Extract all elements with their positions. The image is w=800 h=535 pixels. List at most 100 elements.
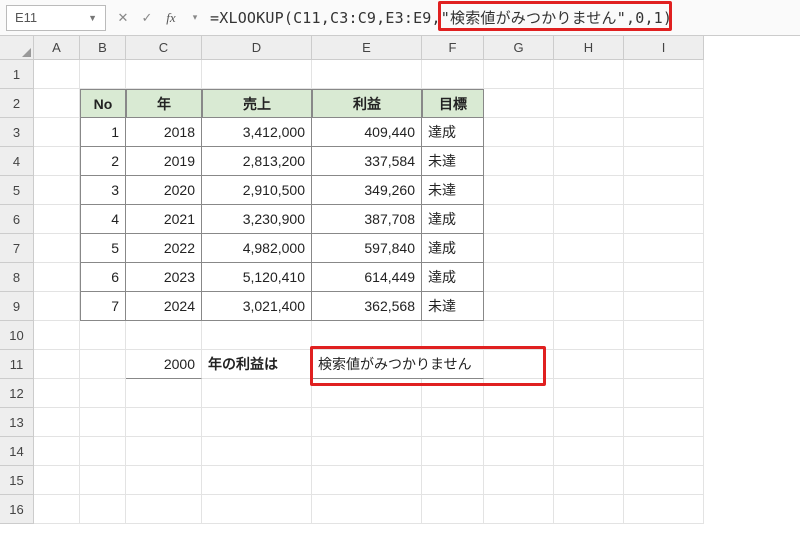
cell[interactable] [624,466,704,495]
cell[interactable] [554,234,624,263]
cell[interactable] [80,437,126,466]
cell[interactable] [624,118,704,147]
row-16[interactable]: 16 [0,495,34,524]
cell[interactable]: 未達 [422,176,484,205]
cell[interactable] [202,495,312,524]
col-H[interactable]: H [554,36,624,60]
cell[interactable] [422,466,484,495]
cell[interactable] [484,379,554,408]
chevron-down-icon[interactable]: ▾ [184,7,206,29]
cell[interactable] [422,495,484,524]
cell[interactable] [624,379,704,408]
cell[interactable] [624,176,704,205]
cell[interactable] [554,60,624,89]
row-5[interactable]: 5 [0,176,34,205]
cell[interactable] [34,495,80,524]
col-E[interactable]: E [312,36,422,60]
cell[interactable] [34,234,80,263]
cell[interactable]: 5,120,410 [202,263,312,292]
cell[interactable] [624,292,704,321]
cell[interactable]: 409,440 [312,118,422,147]
cell[interactable] [202,408,312,437]
name-box[interactable]: E11 ▼ [6,5,106,31]
cell[interactable]: 3,230,900 [202,205,312,234]
cell[interactable] [80,60,126,89]
cell[interactable] [554,176,624,205]
cell[interactable] [554,379,624,408]
cell[interactable] [484,263,554,292]
cell[interactable] [554,350,624,379]
cell[interactable]: 7 [80,292,126,321]
row-14[interactable]: 14 [0,437,34,466]
cell[interactable] [624,321,704,350]
cell[interactable] [624,495,704,524]
cell[interactable]: 362,568 [312,292,422,321]
cell[interactable]: 5 [80,234,126,263]
row-4[interactable]: 4 [0,147,34,176]
cell[interactable] [624,437,704,466]
cell[interactable] [422,60,484,89]
cell[interactable]: 614,449 [312,263,422,292]
cell[interactable] [34,147,80,176]
cell[interactable]: 年 [126,89,202,118]
cell[interactable]: 3 [80,176,126,205]
cell[interactable] [34,350,80,379]
formula-input[interactable]: =XLOOKUP(C11,C3:C9,E3:E9,"検索値がみつかりません",0… [210,5,794,31]
col-F[interactable]: F [422,36,484,60]
col-D[interactable]: D [202,36,312,60]
lookup-result-cell[interactable]: 検索値がみつかりません [312,350,484,379]
cell[interactable]: 597,840 [312,234,422,263]
cell[interactable] [80,495,126,524]
cell[interactable]: 6 [80,263,126,292]
cell[interactable] [126,321,202,350]
cell[interactable]: 達成 [422,118,484,147]
cell[interactable] [202,379,312,408]
cell[interactable] [484,147,554,176]
cell[interactable] [34,321,80,350]
cell[interactable] [34,379,80,408]
cancel-icon[interactable]: ✕ [112,7,134,29]
cell[interactable] [554,147,624,176]
fx-icon[interactable]: fx [160,7,182,29]
cell[interactable]: 未達 [422,147,484,176]
cell[interactable] [202,321,312,350]
cell[interactable] [34,437,80,466]
row-15[interactable]: 15 [0,466,34,495]
cell[interactable] [126,495,202,524]
cell[interactable] [484,118,554,147]
cell[interactable] [484,408,554,437]
cell[interactable]: 達成 [422,263,484,292]
cell[interactable] [484,176,554,205]
cell[interactable]: 2023 [126,263,202,292]
cell[interactable] [80,350,126,379]
cell[interactable] [422,321,484,350]
row-8[interactable]: 8 [0,263,34,292]
cell[interactable] [624,205,704,234]
cell[interactable]: 目標 [422,89,484,118]
cell[interactable] [624,408,704,437]
cell[interactable]: 利益 [312,89,422,118]
cell[interactable] [624,89,704,118]
cell[interactable] [624,263,704,292]
cell[interactable] [34,263,80,292]
cell[interactable]: 未達 [422,292,484,321]
cell[interactable]: 387,708 [312,205,422,234]
cell[interactable] [34,176,80,205]
cell[interactable]: 3,412,000 [202,118,312,147]
enter-icon[interactable]: ✓ [136,7,158,29]
cell[interactable] [484,495,554,524]
cell[interactable]: 2000 [126,350,202,379]
col-G[interactable]: G [484,36,554,60]
cell[interactable] [484,234,554,263]
cell[interactable]: 売上 [202,89,312,118]
cell[interactable] [312,408,422,437]
cell[interactable] [484,466,554,495]
cell[interactable] [34,205,80,234]
cell[interactable] [312,466,422,495]
cell[interactable] [312,437,422,466]
cell[interactable]: 4 [80,205,126,234]
cell[interactable] [624,147,704,176]
row-9[interactable]: 9 [0,292,34,321]
cell[interactable] [80,321,126,350]
cell[interactable]: 337,584 [312,147,422,176]
